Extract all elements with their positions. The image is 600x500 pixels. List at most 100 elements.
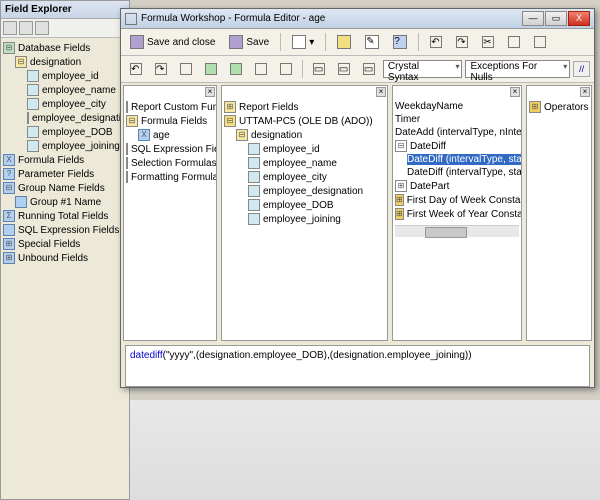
- toolbar-icon[interactable]: [3, 21, 17, 35]
- save-button[interactable]: Save: [224, 32, 274, 52]
- toolbar-icon[interactable]: [19, 21, 33, 35]
- tb2-btn[interactable]: ▭: [358, 59, 380, 79]
- node-sql-expression[interactable]: SQL Expression Fields: [3, 223, 127, 237]
- label: employee_designation: [263, 186, 363, 197]
- node-employee-designation[interactable]: employee_designation: [3, 111, 127, 125]
- node-report-custom-functions[interactable]: Report Custom Functions: [126, 100, 214, 114]
- nulls-dropdown[interactable]: Exceptions For Nulls: [465, 60, 570, 78]
- folder-icon: ⊟: [126, 115, 138, 127]
- node-special-fields[interactable]: ⊞Special Fields: [3, 237, 127, 251]
- node-employee-name[interactable]: employee_name: [224, 156, 385, 170]
- label: Formatting Formulas: [131, 172, 216, 183]
- func-weekdayname[interactable]: WeekdayName: [395, 100, 519, 113]
- panel-close-button[interactable]: ×: [510, 87, 520, 97]
- func-firstwoy[interactable]: ⊞First Week of Year Constan: [395, 207, 519, 221]
- func-timer[interactable]: Timer: [395, 113, 519, 126]
- syntax-dropdown[interactable]: Crystal Syntax: [383, 60, 463, 78]
- tb2-btn[interactable]: [250, 59, 272, 79]
- paste-button[interactable]: [529, 32, 551, 52]
- node-unbound-fields[interactable]: ⊞Unbound Fields: [3, 251, 127, 265]
- group-icon: ⊟: [3, 182, 15, 194]
- node-designation[interactable]: ⊟designation: [224, 128, 385, 142]
- formula-workshop-window: Formula Workshop - Formula Editor - age …: [120, 8, 595, 388]
- func-firstdow[interactable]: ⊞First Day of Week Constant: [395, 193, 519, 207]
- label: Group Name Fields: [18, 183, 105, 194]
- workshop-toolbar-2: ↶ ↷ ▭ ▭ ▭ Crystal Syntax Exceptions For …: [121, 56, 594, 83]
- folder-icon: [126, 143, 128, 155]
- workshop-titlebar[interactable]: Formula Workshop - Formula Editor - age …: [121, 9, 594, 29]
- folder-icon: [126, 171, 128, 183]
- node-sql-expression-fields[interactable]: SQL Expression Fields: [126, 142, 214, 156]
- tb2-btn[interactable]: ↶: [125, 59, 147, 79]
- tb2-btn[interactable]: [175, 59, 197, 79]
- node-formatting-formulas[interactable]: Formatting Formulas: [126, 170, 214, 184]
- tb2-btn[interactable]: ▭: [308, 59, 330, 79]
- tb2-btn[interactable]: [275, 59, 297, 79]
- label: DateDiff: [410, 141, 446, 152]
- node-database-fields[interactable]: ⊟Database Fields: [3, 41, 127, 55]
- func-datepart[interactable]: ⊞DatePart: [395, 179, 519, 193]
- node-age[interactable]: Xage: [126, 128, 214, 142]
- separator: [325, 33, 326, 51]
- func-datediff-overload1[interactable]: DateDiff (intervalType, star: [395, 153, 519, 166]
- param-icon: ?: [3, 168, 15, 180]
- minimize-button[interactable]: —: [522, 11, 544, 26]
- scrollbar-h[interactable]: [395, 225, 519, 237]
- func-dateadd[interactable]: DateAdd (intervalType, nInterv: [395, 126, 519, 139]
- node-operators[interactable]: ⊞Operators: [529, 100, 589, 114]
- node-employee-joining[interactable]: employee_joining: [3, 139, 127, 153]
- copy-button[interactable]: [503, 32, 525, 52]
- save-and-close-button[interactable]: Save and close: [125, 32, 220, 52]
- panel-close-button[interactable]: ×: [580, 87, 590, 97]
- node-employee-city[interactable]: employee_city: [224, 170, 385, 184]
- undo-button[interactable]: ↶: [425, 32, 447, 52]
- node-group-name-fields[interactable]: ⊟Group Name Fields: [3, 181, 127, 195]
- panel-close-button[interactable]: ×: [205, 87, 215, 97]
- field-explorer-panel: Field Explorer ⊟Database Fields ⊟designa…: [0, 0, 130, 500]
- node-parameter-fields[interactable]: ?Parameter Fields: [3, 167, 127, 181]
- separator: [302, 60, 303, 78]
- maximize-button[interactable]: ▭: [545, 11, 567, 26]
- formula-editor[interactable]: datediff("yyyy",(designation.employee_DO…: [125, 345, 590, 387]
- node-group1[interactable]: Group #1 Name: [3, 195, 127, 209]
- node-designation[interactable]: ⊟designation: [3, 55, 127, 69]
- node-formula-fields[interactable]: XFormula Fields: [3, 153, 127, 167]
- close-button[interactable]: X: [568, 11, 590, 26]
- bookmark-icon: [230, 63, 242, 75]
- tb2-btn[interactable]: ↷: [150, 59, 172, 79]
- tb2-btn[interactable]: [225, 59, 247, 79]
- node-uttam[interactable]: ⊟UTTAM-PC5 (OLE DB (ADO)): [224, 114, 385, 128]
- node-employee-dob[interactable]: employee_DOB: [224, 198, 385, 212]
- label: Report Custom Functions: [131, 102, 216, 113]
- panel-close-button[interactable]: ×: [376, 87, 386, 97]
- tb2-btn[interactable]: [200, 59, 222, 79]
- comment-button[interactable]: //: [573, 61, 590, 77]
- new-button[interactable]: ▾: [287, 32, 319, 52]
- label: employee_id: [42, 71, 99, 82]
- node-employee-city[interactable]: employee_city: [3, 97, 127, 111]
- help-button[interactable]: ?: [388, 32, 412, 52]
- label: Operators: [544, 102, 588, 113]
- toggle-button[interactable]: [332, 32, 356, 52]
- node-formula-fields[interactable]: ⊟Formula Fields: [126, 114, 214, 128]
- node-employee-name[interactable]: employee_name: [3, 83, 127, 97]
- func-datediff[interactable]: ⊟DateDiff: [395, 139, 519, 153]
- new-icon: [292, 35, 306, 49]
- check-button[interactable]: ✎: [360, 32, 384, 52]
- node-employee-dob[interactable]: employee_DOB: [3, 125, 127, 139]
- node-employee-designation[interactable]: employee_designation: [224, 184, 385, 198]
- label: DateAdd (intervalType, nInterv: [395, 127, 521, 138]
- folder-icon: ⊞: [224, 101, 236, 113]
- node-selection-formulas[interactable]: Selection Formulas: [126, 156, 214, 170]
- tb2-btn[interactable]: ▭: [333, 59, 355, 79]
- func-datediff-overload2[interactable]: DateDiff (intervalType, star: [395, 166, 519, 179]
- node-report-fields[interactable]: ⊞Report Fields: [224, 100, 385, 114]
- node-employee-id[interactable]: employee_id: [3, 69, 127, 83]
- cut-button[interactable]: ✂: [477, 32, 499, 52]
- redo-button[interactable]: ↷: [451, 32, 473, 52]
- toolbar-icon[interactable]: [35, 21, 49, 35]
- node-employee-joining[interactable]: employee_joining: [224, 212, 385, 226]
- node-employee-id[interactable]: employee_id: [224, 142, 385, 156]
- node-running-total[interactable]: ΣRunning Total Fields: [3, 209, 127, 223]
- field-icon: [27, 140, 39, 152]
